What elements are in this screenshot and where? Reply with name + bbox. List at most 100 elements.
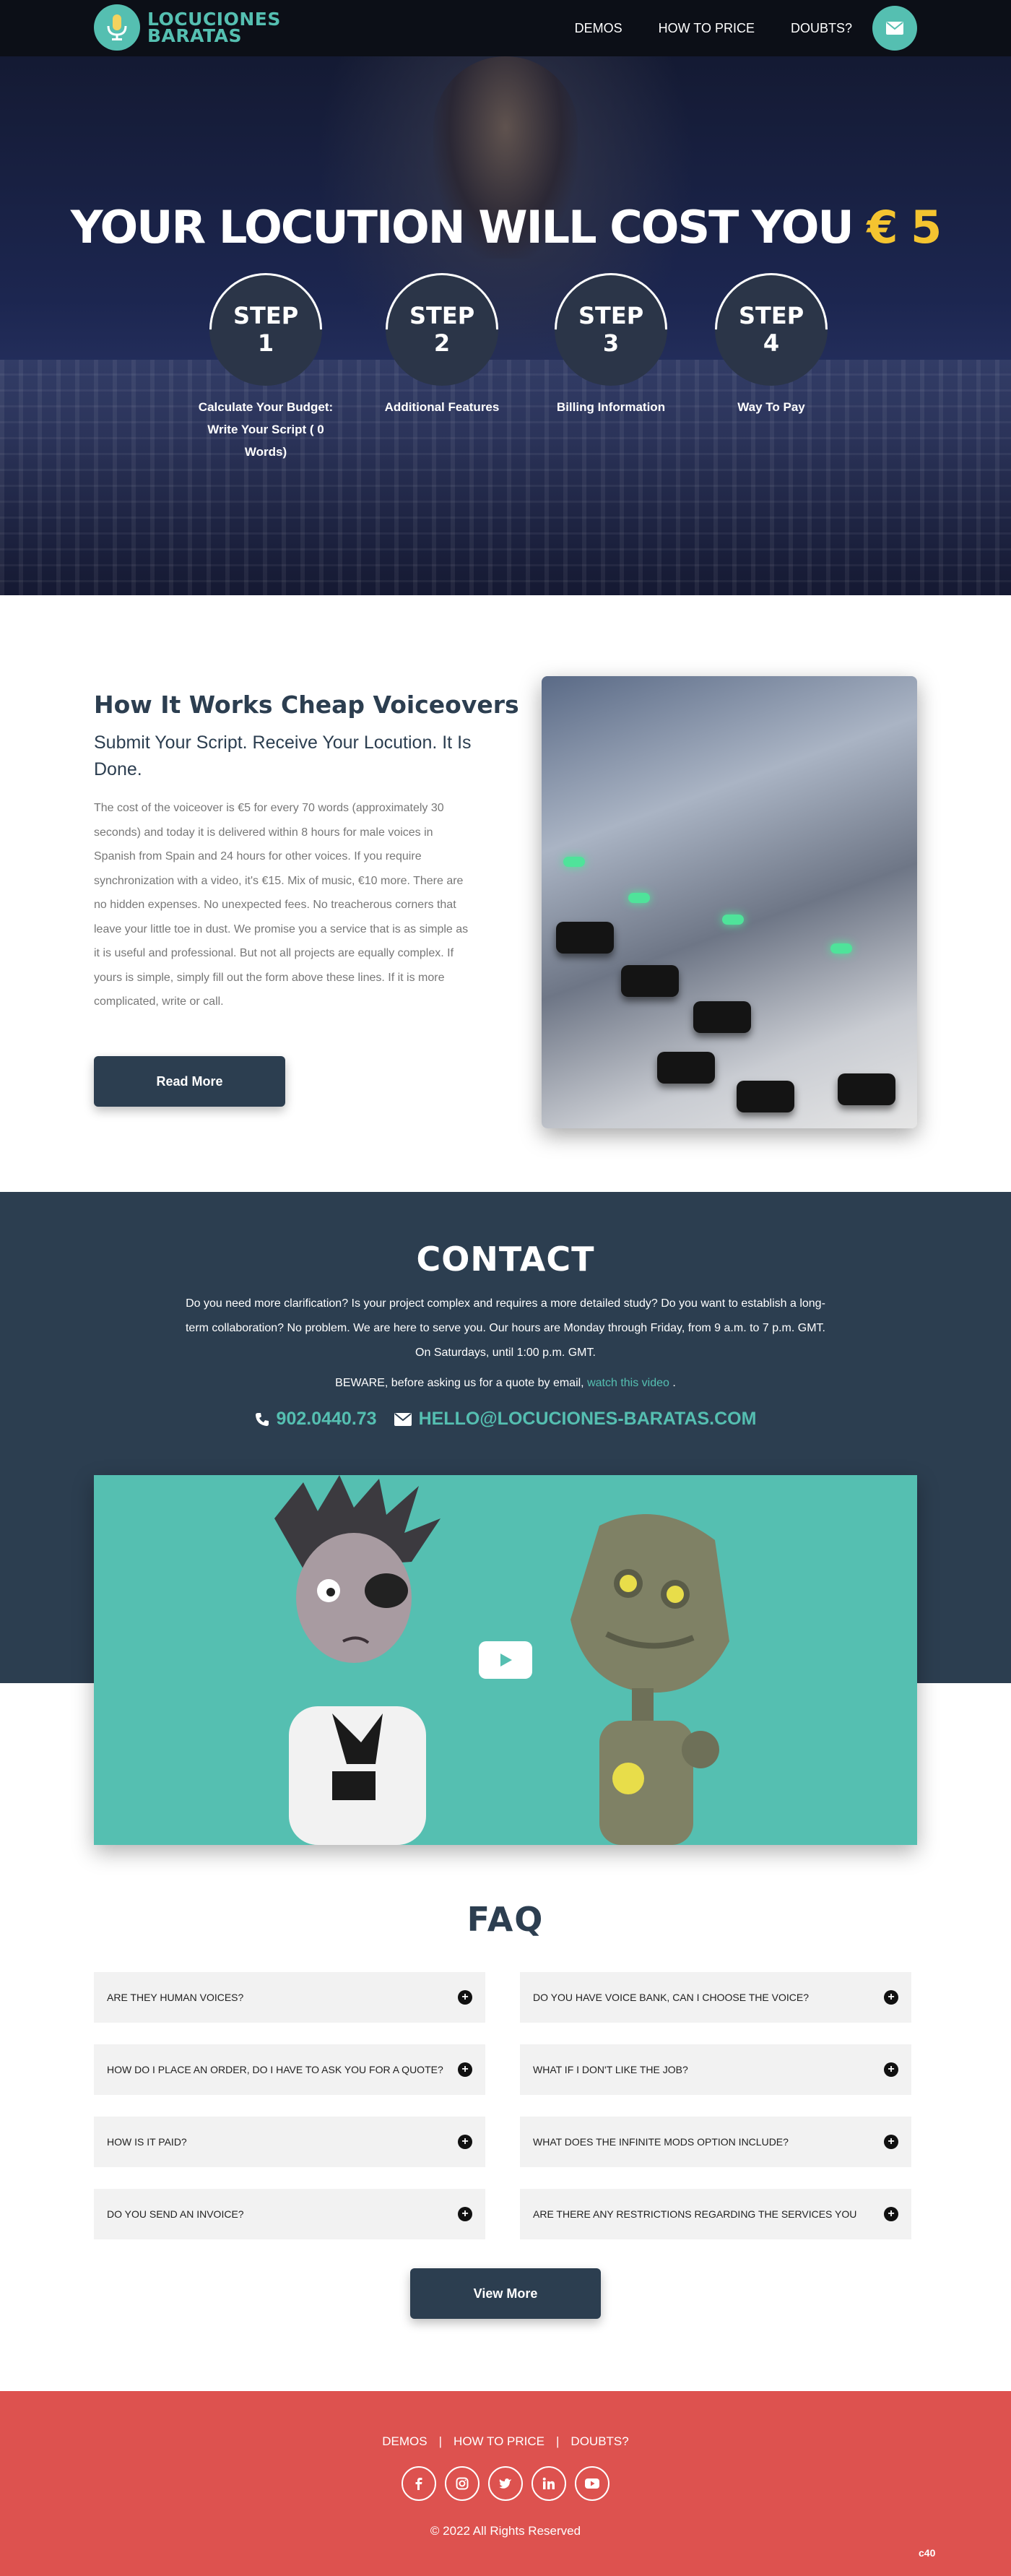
envelope-icon — [886, 22, 903, 35]
footer-link-demos[interactable]: DEMOS — [382, 2434, 427, 2449]
instagram-icon[interactable] — [445, 2466, 480, 2501]
step-word: STEP — [738, 302, 804, 329]
logo-wordmark: LOCUCIONES BARATAS — [147, 10, 281, 46]
plus-circle-icon[interactable]: + — [884, 1990, 898, 2005]
hero-title: YOUR LOCUTION WILL COST YOU € 5 — [0, 201, 1011, 254]
step-label: Additional Features — [384, 400, 500, 414]
footer-link-doubts[interactable]: DOUBTS? — [570, 2434, 628, 2449]
faq-item[interactable]: HOW DO I PLACE AN ORDER, DO I HAVE TO AS… — [94, 2044, 485, 2095]
step-number: 4 — [763, 329, 780, 357]
step-word: STEP — [233, 302, 299, 329]
envelope-icon — [394, 1412, 412, 1426]
contact-description: Do you need more clarification? Is your … — [185, 1297, 825, 1359]
email-address: HELLO@LOCUCIONES-BARATAS.COM — [418, 1409, 757, 1429]
email-button[interactable] — [872, 6, 917, 51]
step-number: 3 — [602, 329, 620, 357]
plus-circle-icon[interactable]: + — [458, 2135, 472, 2149]
facebook-icon[interactable] — [402, 2466, 436, 2501]
phone-number: 902.0440.73 — [276, 1409, 377, 1429]
step-label: Calculate Your Budget: Write Your Script… — [198, 400, 334, 459]
nav-link-how-to-price[interactable]: HOW TO PRICE — [659, 21, 755, 36]
plus-circle-icon[interactable]: + — [884, 2207, 898, 2221]
how-it-works-section: How It Works Cheap Voiceovers Submit You… — [0, 595, 1011, 1192]
video-embed[interactable] — [94, 1475, 917, 1845]
faq-item[interactable]: WHAT DOES THE INFINITE MODS OPTION INCLU… — [520, 2117, 911, 2167]
nav-link-demos[interactable]: DEMOS — [575, 21, 622, 36]
linkedin-icon[interactable] — [531, 2466, 566, 2501]
view-more-button[interactable]: View More — [410, 2268, 601, 2319]
microphone-icon — [94, 4, 140, 51]
faq-title: FAQ — [467, 1900, 544, 1939]
step-number: 1 — [257, 329, 274, 357]
top-navbar: LOCUCIONES BARATAS DEMOS HOW TO PRICE DO… — [0, 0, 1011, 56]
nav-link-doubts[interactable]: DOUBTS? — [791, 21, 852, 36]
cartoon-scientist-illustration — [274, 1475, 441, 1845]
contact-title: CONTACT — [416, 1240, 595, 1279]
faq-question: ARE THERE ANY RESTRICTIONS REGARDING THE… — [533, 2208, 857, 2220]
phone-link[interactable]: 902.0440.73 — [255, 1409, 377, 1430]
site-logo[interactable]: LOCUCIONES BARATAS — [94, 4, 281, 51]
read-more-button[interactable]: Read More — [94, 1056, 285, 1107]
step-circle: STEP 4 — [691, 249, 851, 410]
main-menu: DEMOS HOW TO PRICE DOUBTS? — [575, 0, 1011, 56]
step-4[interactable]: STEP 4 Way To Pay — [691, 249, 851, 418]
footer: DEMOS | HOW TO PRICE | DOUBTS? © 2022 Al… — [0, 2391, 1011, 2576]
step-label: Billing Information — [556, 400, 666, 414]
faq-question: WHAT DOES THE INFINITE MODS OPTION INCLU… — [533, 2136, 789, 2148]
phone-icon — [255, 1412, 269, 1426]
faq-item[interactable]: ARE THEY HUMAN VOICES? + — [94, 1972, 485, 2023]
cartoon-robot-illustration — [570, 1514, 729, 1845]
step-circle: STEP 1 — [186, 249, 346, 410]
beware-text: BEWARE, before asking us for a quote by … — [335, 1377, 584, 1389]
step-circle: STEP 2 — [362, 249, 522, 410]
contact-details: 902.0440.73 HELLO@LOCUCIONES-BARATAS.COM — [0, 1409, 1011, 1430]
beware-suffix: . — [672, 1377, 676, 1389]
faq-question: WHAT IF I DON'T LIKE THE JOB? — [533, 2064, 688, 2075]
faq-item[interactable]: ARE THERE ANY RESTRICTIONS REGARDING THE… — [520, 2189, 911, 2239]
plus-circle-icon[interactable]: + — [458, 2207, 472, 2221]
play-icon — [500, 1654, 512, 1667]
faq-item[interactable]: WHAT IF I DON'T LIKE THE JOB? + — [520, 2044, 911, 2095]
twitter-icon[interactable] — [488, 2466, 523, 2501]
faq-question: HOW IS IT PAID? — [107, 2136, 187, 2148]
social-links — [0, 2466, 1011, 2501]
watch-video-link[interactable]: watch this video — [587, 1377, 669, 1389]
step-word: STEP — [578, 302, 644, 329]
hero-section: YOUR LOCUTION WILL COST YOU € 5 STEP 1 Ca… — [0, 56, 1011, 595]
copyright-text: © 2022 All Rights Reserved — [430, 2524, 581, 2538]
youtube-icon[interactable] — [575, 2466, 609, 2501]
corner-badge: c40 — [919, 2547, 936, 2559]
plus-circle-icon[interactable]: + — [458, 1990, 472, 2005]
hero-title-text: YOUR LOCUTION WILL COST YOU — [70, 201, 854, 254]
footer-nav: DEMOS | HOW TO PRICE | DOUBTS? — [0, 2434, 1011, 2449]
step-word: STEP — [409, 302, 475, 329]
plus-circle-icon[interactable]: + — [884, 2062, 898, 2077]
email-link[interactable]: HELLO@LOCUCIONES-BARATAS.COM — [394, 1409, 757, 1430]
logo-line-2: BARATAS — [147, 25, 243, 46]
faq-item[interactable]: DO YOU SEND AN INVOICE? + — [94, 2189, 485, 2239]
step-number: 2 — [433, 329, 451, 357]
mixing-console-image — [542, 676, 917, 1128]
hero-price: € 5 — [867, 201, 942, 254]
faq-question: ARE THEY HUMAN VOICES? — [107, 1992, 244, 2003]
plus-circle-icon[interactable]: + — [884, 2135, 898, 2149]
step-circle: STEP 3 — [531, 249, 691, 410]
how-body-text: The cost of the voiceover is €5 for ever… — [94, 802, 469, 1008]
step-3[interactable]: STEP 3 Billing Information — [531, 249, 691, 418]
faq-question: DO YOU SEND AN INVOICE? — [107, 2208, 244, 2220]
faq-item[interactable]: DO YOU HAVE VOICE BANK, CAN I CHOOSE THE… — [520, 1972, 911, 2023]
step-2[interactable]: STEP 2 Additional Features — [362, 249, 522, 418]
play-button[interactable] — [479, 1641, 532, 1679]
plus-circle-icon[interactable]: + — [458, 2062, 472, 2077]
contact-beware-note: BEWARE, before asking us for a quote by … — [0, 1377, 1011, 1390]
footer-link-how-to-price[interactable]: HOW TO PRICE — [454, 2434, 544, 2449]
how-subtitle: Submit Your Script. Receive Your Locutio… — [94, 732, 472, 779]
faq-item[interactable]: HOW IS IT PAID? + — [94, 2117, 485, 2167]
how-title: How It Works Cheap Voiceovers — [94, 691, 519, 719]
faq-question: DO YOU HAVE VOICE BANK, CAN I CHOOSE THE… — [533, 1992, 809, 2003]
footer-separator: | — [438, 2434, 443, 2448]
footer-separator: | — [556, 2434, 560, 2448]
faq-question: HOW DO I PLACE AN ORDER, DO I HAVE TO AS… — [107, 2064, 443, 2075]
step-label: Way To Pay — [737, 400, 805, 414]
step-1[interactable]: STEP 1 Calculate Your Budget: Write Your … — [186, 249, 346, 463]
